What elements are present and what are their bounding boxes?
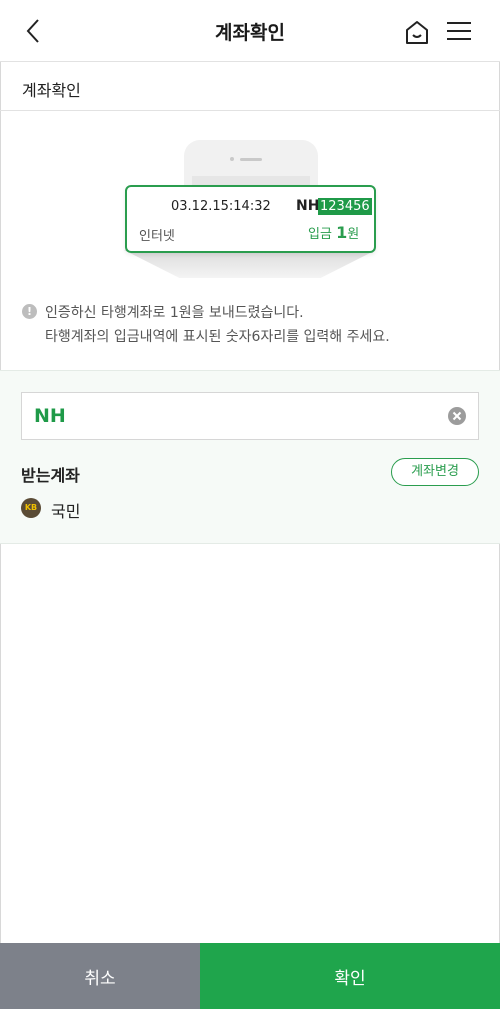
- receive-bank-name: 국민: [51, 502, 81, 521]
- message-bank: NH: [296, 198, 320, 214]
- bank-logo-icon: KB: [21, 498, 41, 518]
- message-deposit: 입금 1원: [308, 223, 359, 242]
- cancel-button[interactable]: 취소: [0, 943, 200, 1009]
- bank-prefix-label: NH: [34, 405, 66, 427]
- hamburger-menu-icon: [447, 22, 471, 40]
- message-channel: 인터넷: [139, 229, 175, 244]
- confirm-button[interactable]: 확인: [200, 943, 500, 1009]
- code-field[interactable]: NH: [21, 392, 479, 440]
- change-account-button[interactable]: 계좌변경: [391, 458, 479, 486]
- phone-speaker: [240, 158, 262, 161]
- notice-text-1: 인증하신 타행계좌로 1원을 보내드렸습니다.: [45, 305, 304, 321]
- phone-camera-dot: [230, 157, 234, 161]
- message-time: 03.12.15:14:32: [171, 199, 271, 214]
- deposit-amount: 1: [336, 223, 348, 242]
- home-icon: [406, 21, 428, 44]
- deposit-unit: 원: [347, 227, 360, 242]
- clear-button[interactable]: [448, 407, 466, 425]
- info-icon: !: [22, 304, 37, 319]
- section-title: 계좌확인: [22, 81, 81, 100]
- clear-icon: [452, 411, 462, 421]
- notice-text-2: 타행계좌의 입금내역에 표시된 숫자6자리를 입력해 주세요.: [45, 329, 390, 345]
- menu-button[interactable]: [444, 18, 476, 48]
- deposit-message-card: 03.12.15:14:32 NH 123456 인터넷 입금 1원: [125, 185, 376, 253]
- deposit-prefix: 입금: [308, 227, 332, 242]
- code-input[interactable]: [86, 401, 436, 431]
- sub-title-bar: 계좌확인: [0, 63, 500, 111]
- home-button[interactable]: [403, 18, 433, 48]
- receive-account-label: 받는계좌: [21, 466, 80, 485]
- input-panel: NH 받는계좌 계좌변경 KB 국민: [0, 370, 500, 544]
- header: 계좌확인: [0, 0, 500, 62]
- message-code: 123456: [318, 198, 372, 215]
